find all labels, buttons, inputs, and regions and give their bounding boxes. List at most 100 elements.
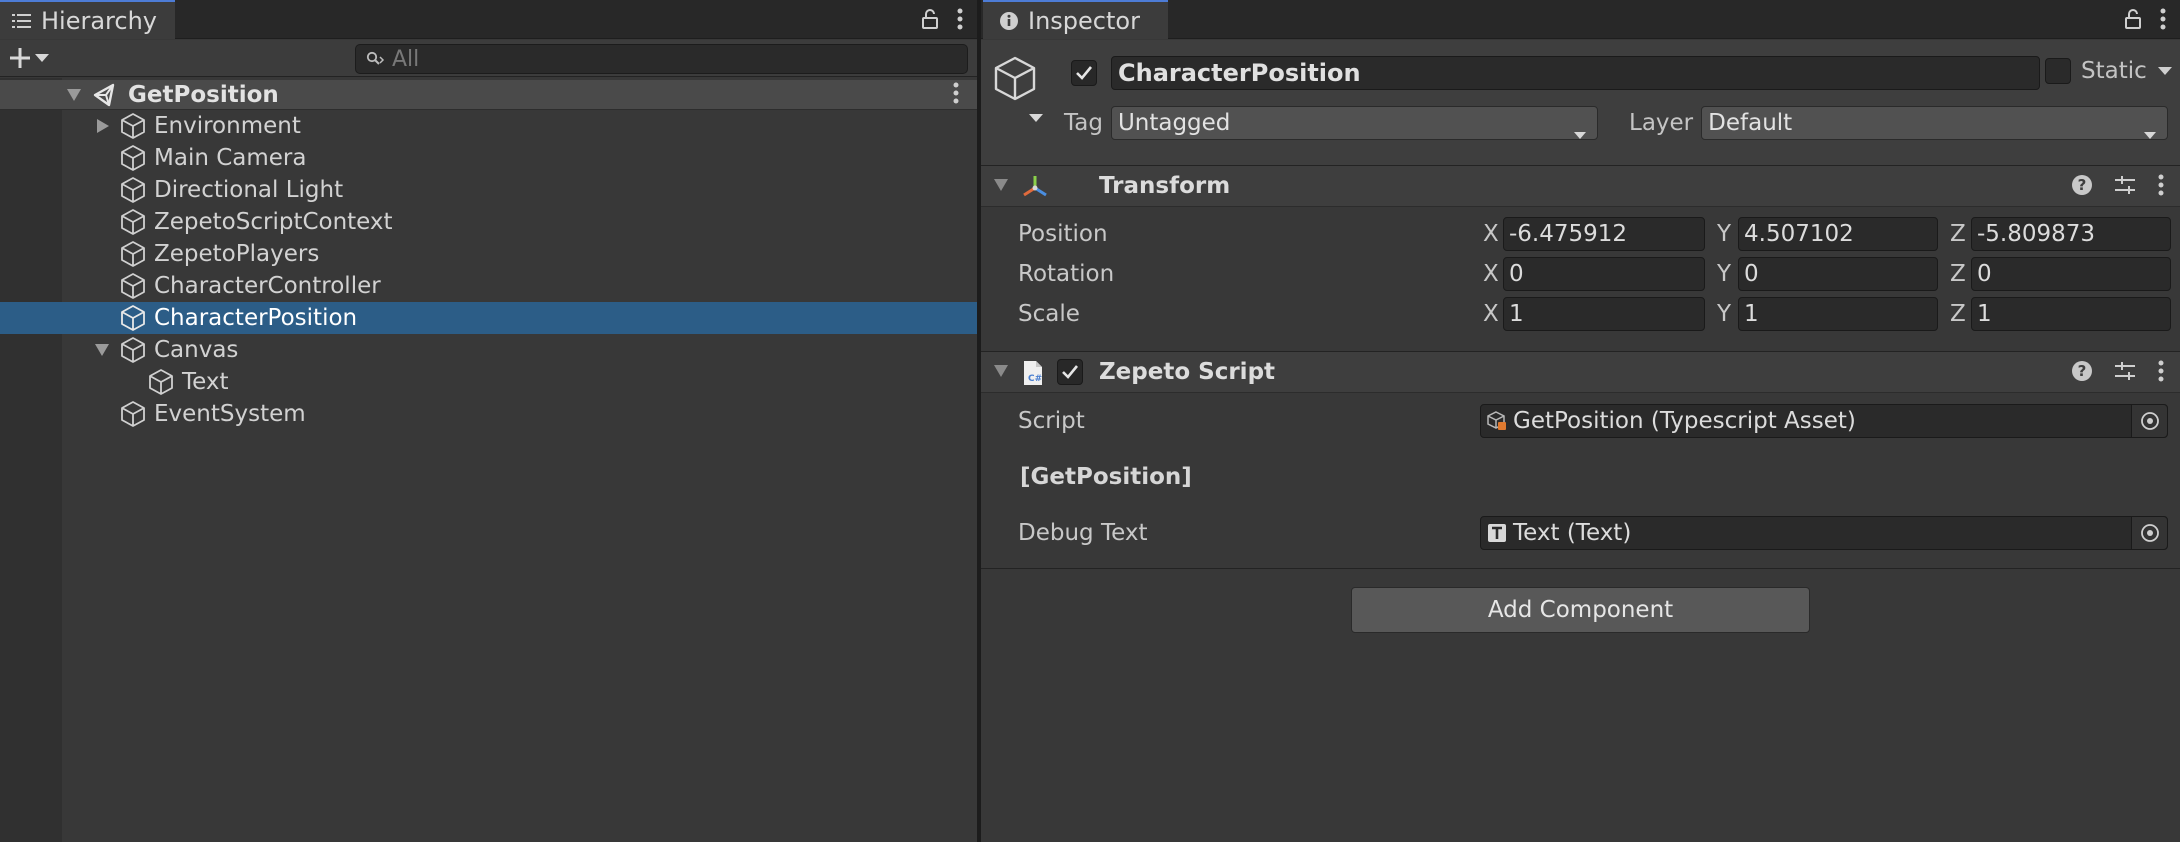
gameobject-name: CharacterPosition (1118, 59, 1361, 87)
object-picker-icon[interactable] (2131, 405, 2167, 437)
foldout-collapsed-icon[interactable] (95, 118, 111, 134)
rotation-x-field[interactable]: 0 (1503, 257, 1705, 291)
foldout-expanded-icon[interactable] (94, 342, 110, 358)
property-label: Scale (1018, 301, 1080, 327)
script-file-icon: C# (1022, 359, 1044, 387)
debug-text-label: Debug Text (1018, 520, 1148, 546)
inspector-panel: Inspector CharacterPosition Static Tag U… (981, 0, 2180, 842)
plus-icon (8, 46, 32, 70)
tab-inspector[interactable]: Inspector (983, 0, 1168, 39)
more-vertical-icon[interactable] (2158, 360, 2164, 382)
scale-x-field[interactable]: 1 (1503, 297, 1705, 331)
zepeto-script-header[interactable]: C# Zepeto Script ? (981, 351, 2180, 393)
help-icon[interactable]: ? (2072, 175, 2092, 195)
tag-row: Tag Untagged (1064, 106, 1598, 140)
add-component-button[interactable]: Add Component (1351, 587, 1810, 633)
text-component-icon (1487, 523, 1507, 543)
scene-name: GetPosition (128, 81, 279, 108)
rotation-y-field[interactable]: 0 (1738, 257, 1938, 291)
gameobject-cube-icon (119, 336, 147, 364)
search-input[interactable] (392, 46, 952, 72)
debug-text-object-field[interactable]: Text (Text) (1480, 516, 2168, 550)
chevron-down-icon (1573, 120, 1587, 146)
hierarchy-item-zepeto-players[interactable]: ZepetoPlayers (0, 238, 977, 270)
position-x-field[interactable]: -6.475912 (1503, 217, 1705, 251)
item-label: Directional Light (154, 177, 344, 203)
more-vertical-icon[interactable] (2160, 8, 2166, 30)
script-object-field[interactable]: GetPosition (Typescript Asset) (1480, 404, 2168, 438)
foldout-expanded-icon[interactable] (993, 364, 1009, 378)
lock-icon[interactable] (921, 9, 939, 29)
position-y-field[interactable]: 4.507102 (1738, 217, 1938, 251)
hierarchy-item-event-system[interactable]: EventSystem (0, 398, 977, 430)
foldout-expanded-icon[interactable] (66, 87, 82, 103)
preset-sliders-icon[interactable] (2114, 361, 2136, 381)
gameobject-cube-icon (119, 272, 147, 300)
item-label: Main Camera (154, 145, 307, 171)
hierarchy-item-main-camera[interactable]: Main Camera (0, 142, 977, 174)
gameobject-cube-icon (119, 240, 147, 268)
chevron-down-icon[interactable] (2157, 66, 2173, 76)
object-picker-icon[interactable] (2131, 517, 2167, 549)
static-checkbox[interactable] (2045, 58, 2071, 84)
layer-label: Layer (1629, 110, 1694, 136)
property-label: Position (1018, 221, 1108, 247)
gameobject-cube-icon (119, 304, 147, 332)
gameobject-name-field[interactable]: CharacterPosition (1111, 56, 2040, 90)
more-vertical-icon[interactable] (953, 82, 959, 104)
scale-z-field[interactable]: 1 (1971, 297, 2171, 331)
tag-dropdown[interactable]: Untagged (1110, 106, 1598, 140)
axis-y-label[interactable]: Y (1717, 301, 1731, 327)
axis-x-label[interactable]: X (1483, 221, 1499, 247)
chevron-down-icon (2143, 120, 2157, 146)
scale-y-field[interactable]: 1 (1738, 297, 1938, 331)
hierarchy-item-directional-light[interactable]: Directional Light (0, 174, 977, 206)
item-label: CharacterPosition (154, 305, 358, 331)
lock-icon[interactable] (2124, 9, 2142, 29)
item-label: EventSystem (154, 401, 306, 427)
transform-header[interactable]: Transform ? (981, 165, 2180, 207)
static-toggle[interactable]: Static (2045, 58, 2173, 84)
position-z-field[interactable]: -5.809873 (1971, 217, 2171, 251)
hierarchy-item-environment[interactable]: Environment (0, 110, 977, 142)
layer-value: Default (1708, 110, 1793, 136)
axis-y-label[interactable]: Y (1717, 261, 1731, 287)
axis-y-label[interactable]: Y (1717, 221, 1731, 247)
item-label: Environment (154, 113, 301, 139)
hierarchy-toolbar (0, 40, 977, 77)
layer-row: Layer Default (1629, 106, 2169, 140)
hierarchy-item-text[interactable]: Text (0, 366, 977, 398)
more-vertical-icon[interactable] (957, 8, 963, 30)
script-section-header: [GetPosition] (1020, 464, 1192, 490)
script-enabled-checkbox[interactable] (1057, 359, 1083, 385)
create-button[interactable] (8, 43, 50, 73)
item-label: CharacterController (154, 273, 381, 299)
inspector-tabbar: Inspector (981, 0, 2180, 39)
hierarchy-item-character-controller[interactable]: CharacterController (0, 270, 977, 302)
gameobject-cube-icon (119, 112, 147, 140)
foldout-expanded-icon[interactable] (993, 178, 1009, 192)
hierarchy-search[interactable] (355, 44, 968, 74)
hierarchy-item-character-position[interactable]: CharacterPosition (0, 302, 977, 334)
axis-z-label[interactable]: Z (1950, 221, 1966, 247)
axis-x-label[interactable]: X (1483, 261, 1499, 287)
axis-z-label[interactable]: Z (1950, 261, 1966, 287)
hierarchy-item-canvas[interactable]: Canvas (0, 334, 977, 366)
tab-hierarchy[interactable]: Hierarchy (0, 0, 176, 39)
tag-label: Tag (1064, 110, 1103, 136)
rotation-z-field[interactable]: 0 (1971, 257, 2171, 291)
layer-dropdown[interactable]: Default (1701, 106, 2169, 140)
chevron-down-icon (34, 53, 50, 63)
axis-z-label[interactable]: Z (1950, 301, 1966, 327)
axis-x-label[interactable]: X (1483, 301, 1499, 327)
more-vertical-icon[interactable] (2158, 174, 2164, 196)
scene-row[interactable]: GetPosition (0, 80, 977, 110)
item-label: Text (182, 369, 229, 395)
hierarchy-item-zepeto-script-context[interactable]: ZepetoScriptContext (0, 206, 977, 238)
help-icon[interactable]: ? (2072, 361, 2092, 381)
gameobject-icon-selector[interactable] (993, 56, 1049, 134)
typescript-asset-icon (1487, 410, 1507, 432)
preset-sliders-icon[interactable] (2114, 175, 2136, 195)
zepeto-script-title: Zepeto Script (1099, 359, 1276, 385)
active-checkbox[interactable] (1071, 60, 1097, 86)
